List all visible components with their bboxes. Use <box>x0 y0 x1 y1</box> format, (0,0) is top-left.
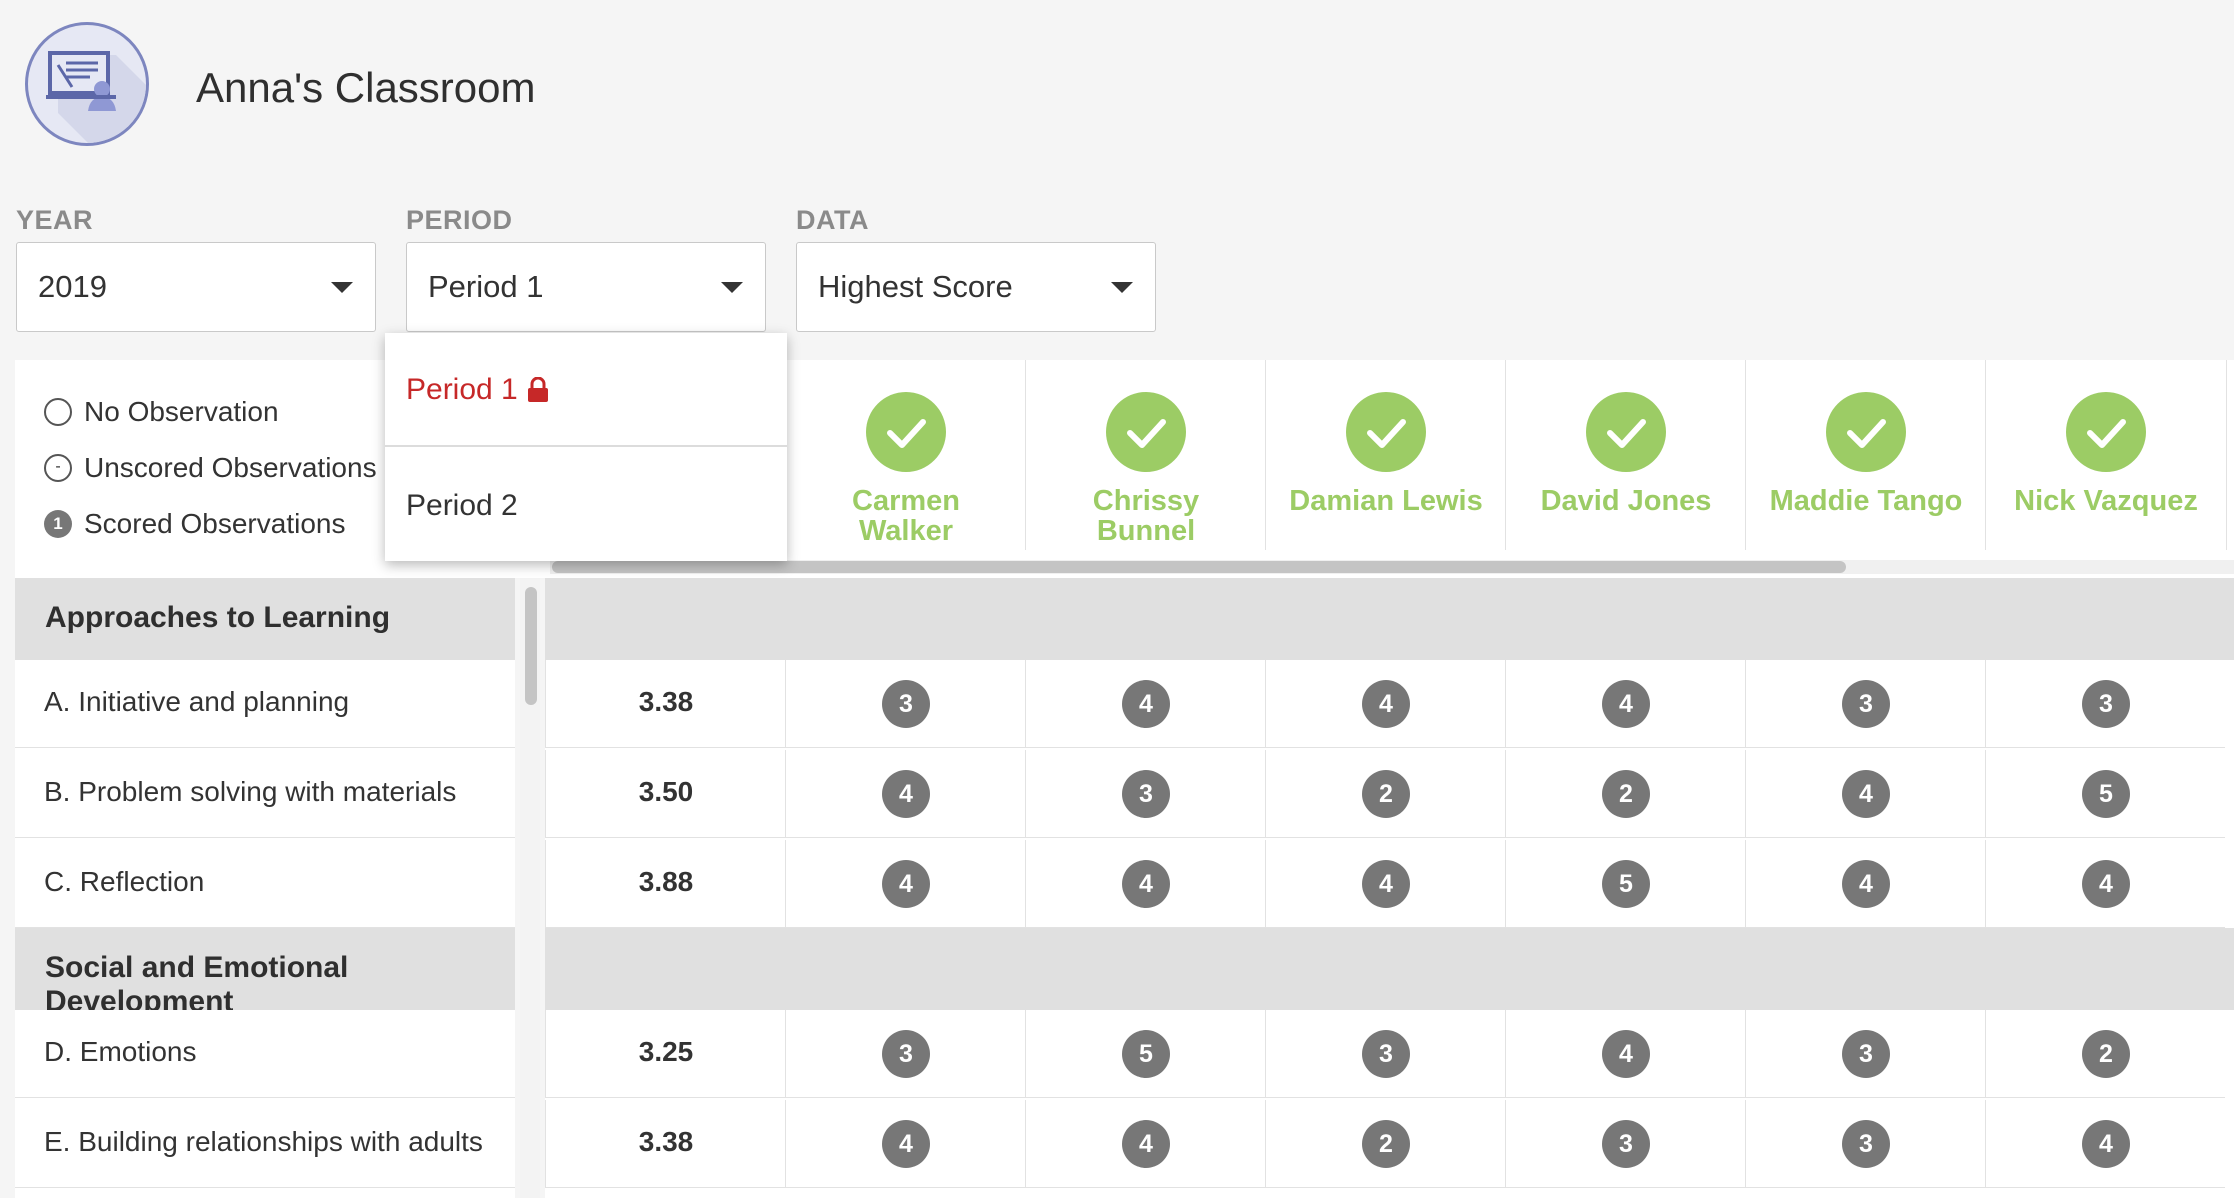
score-cell[interactable]: 4 <box>785 750 1025 838</box>
score-cell[interactable]: 4 <box>785 1100 1025 1188</box>
average-score: 3.38 <box>545 660 785 748</box>
table-row: C. Reflection <box>15 840 515 928</box>
student-column-header[interactable]: David Jones <box>1505 360 1746 550</box>
score-cell[interactable]: 4 <box>1505 1010 1745 1098</box>
score-cell[interactable]: 3 <box>1025 750 1265 838</box>
dropdown-divider <box>385 445 787 447</box>
period-option-1[interactable]: Period 1 <box>406 373 518 407</box>
score-cell[interactable]: 4 <box>1985 1100 2225 1188</box>
student-name: Maddie Tango <box>1769 485 1963 517</box>
score-cell[interactable]: 2 <box>1985 1010 2225 1098</box>
chevron-down-icon <box>721 282 743 293</box>
score-cell[interactable]: 3 <box>1745 1100 1985 1188</box>
student-column-header[interactable]: Nick Vazquez <box>1985 360 2227 550</box>
period-label: PERIOD <box>406 205 513 235</box>
average-score: 3.88 <box>545 840 785 928</box>
data-label: DATA <box>796 205 869 235</box>
lock-icon <box>527 376 549 408</box>
score-cell[interactable]: 3 <box>1265 1010 1505 1098</box>
score-cell[interactable]: 4 <box>1265 660 1505 748</box>
period-select[interactable]: Period 1 <box>406 242 766 332</box>
score-cell[interactable]: 4 <box>1985 840 2225 928</box>
table-row: E. Building relationships with adults <box>15 1100 515 1188</box>
vertical-scroll-thumb[interactable] <box>525 587 537 705</box>
checkmark-icon <box>866 392 946 472</box>
score-cell[interactable]: 4 <box>1505 660 1745 748</box>
student-column-header[interactable]: Carmen Walker <box>785 360 1026 550</box>
checkmark-icon <box>1346 392 1426 472</box>
student-name: Damian Lewis <box>1289 485 1483 517</box>
classroom-teacher-icon <box>46 51 146 143</box>
score-cell[interactable]: 4 <box>1025 660 1265 748</box>
data-select-value: Highest Score <box>818 269 1013 304</box>
average-score: 3.25 <box>545 1010 785 1098</box>
score-cell[interactable]: 5 <box>1985 750 2225 838</box>
score-cell[interactable]: 4 <box>1025 840 1265 928</box>
score-cell[interactable]: 4 <box>1745 840 1985 928</box>
dash-circle-icon: - <box>44 454 72 482</box>
average-score: 3.38 <box>545 1100 785 1188</box>
horizontal-scroll-thumb[interactable] <box>552 561 1846 573</box>
section-header-fill <box>545 928 2234 1010</box>
chevron-down-icon <box>331 282 353 293</box>
year-label: YEAR <box>16 205 94 235</box>
score-cell[interactable]: 4 <box>1745 750 1985 838</box>
section-header: Social and Emotional Development <box>15 928 515 1018</box>
student-column-header[interactable]: Maddie Tango <box>1745 360 1986 550</box>
student-column-header[interactable]: Chrissy Bunnel <box>1025 360 1266 550</box>
score-cell[interactable]: 2 <box>1265 750 1505 838</box>
checkmark-icon <box>1826 392 1906 472</box>
student-name: David Jones <box>1540 485 1712 517</box>
period-select-value: Period 1 <box>428 269 544 304</box>
score-cell[interactable]: 3 <box>785 1010 1025 1098</box>
data-select[interactable]: Highest Score <box>796 242 1156 332</box>
score-cell[interactable]: 5 <box>1025 1010 1265 1098</box>
score-cell[interactable]: 5 <box>1505 840 1745 928</box>
checkmark-icon <box>1586 392 1666 472</box>
score-cell[interactable]: 2 <box>1265 1100 1505 1188</box>
score-cell[interactable]: 2 <box>1505 750 1745 838</box>
student-name: Chrissy Bunnel <box>1092 485 1200 547</box>
score-cell[interactable]: 4 <box>1025 1100 1265 1188</box>
score-cell[interactable]: 3 <box>1505 1100 1745 1188</box>
year-select-value: 2019 <box>38 269 107 304</box>
student-name: Carmen Walker <box>852 485 960 547</box>
checkmark-icon <box>2066 392 2146 472</box>
page-title: Anna's Classroom <box>196 64 536 111</box>
period-option-2[interactable]: Period 2 <box>406 489 518 523</box>
chevron-down-icon <box>1111 282 1133 293</box>
student-column-header[interactable]: Damian Lewis <box>1265 360 1506 550</box>
score-cell[interactable]: 3 <box>1985 660 2225 748</box>
section-header: Approaches to Learning <box>15 578 515 660</box>
score-cell[interactable]: 3 <box>1745 660 1985 748</box>
checkmark-icon <box>1106 392 1186 472</box>
section-header-fill <box>545 578 2234 660</box>
table-row: D. Emotions <box>15 1010 515 1098</box>
average-score: 3.50 <box>545 750 785 838</box>
classroom-avatar <box>25 22 149 146</box>
score-cell[interactable]: 4 <box>1265 840 1505 928</box>
year-select[interactable]: 2019 <box>16 242 376 332</box>
table-row: A. Initiative and planning <box>15 660 515 748</box>
table-row: B. Problem solving with materials <box>15 750 515 838</box>
scored-circle-icon: 1 <box>44 510 72 538</box>
empty-circle-icon <box>44 398 72 426</box>
score-cell[interactable]: 3 <box>785 660 1025 748</box>
period-dropdown-menu: Period 1 Period 2 <box>385 333 787 561</box>
score-cell[interactable]: 3 <box>1745 1010 1985 1098</box>
score-cell[interactable]: 4 <box>785 840 1025 928</box>
student-name: Nick Vazquez <box>2014 485 2198 517</box>
